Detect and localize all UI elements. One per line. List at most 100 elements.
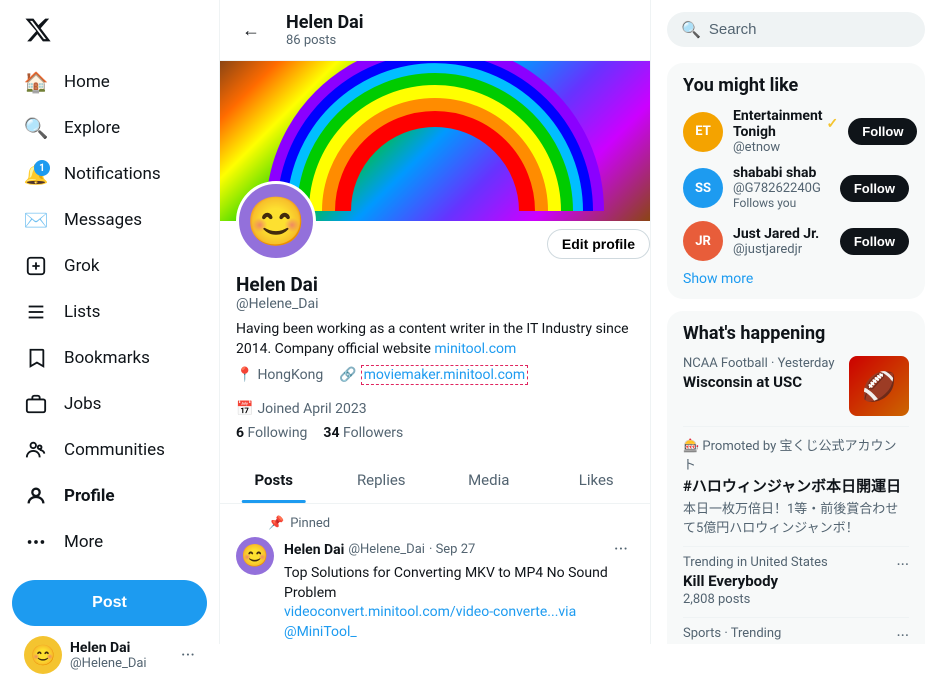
user-menu-dots[interactable]: ··· <box>181 645 195 666</box>
search-input[interactable] <box>709 21 911 38</box>
sidebar-item-notifications[interactable]: 🔔 1 Notifications <box>12 152 207 196</box>
sidebar-user-avatar: 😊 <box>24 636 62 674</box>
tab-posts[interactable]: Posts <box>220 457 328 503</box>
sidebar-item-label: Messages <box>64 210 142 230</box>
suggest-handle-shababi: @G78262240G Follows you <box>733 181 830 211</box>
whats-happening-title: What's happening <box>683 323 909 344</box>
home-icon: 🏠 <box>24 70 48 94</box>
sidebar-item-more[interactable]: More ← <box>12 520 207 564</box>
profile-bio: Having been working as a content writer … <box>236 320 634 359</box>
profile-icon <box>24 484 48 508</box>
sidebar-user-info: Helen Dai @Helene_Dai <box>70 640 173 671</box>
sidebar-item-messages[interactable]: ✉️ Messages <box>12 198 207 242</box>
suggest-handle-entertainment: @etnow <box>733 140 838 155</box>
post-more-button[interactable]: ··· <box>608 537 634 562</box>
you-might-like-title: You might like <box>683 75 909 96</box>
avatar-emoji: 😊 <box>246 193 306 250</box>
mail-icon: ✉️ <box>24 208 48 232</box>
profile-tabs: Posts Replies Media Likes <box>220 457 650 504</box>
bookmark-icon <box>24 346 48 370</box>
happening-item-kill: Trending in United States Kill Everybody… <box>683 555 909 607</box>
suggest-name-entertainment: Entertainment Tonigh ✓ <box>733 108 838 140</box>
sidebar-item-label: Lists <box>64 302 100 322</box>
followers-link[interactable]: 34 Followers <box>323 425 403 441</box>
pin-icon: 📌 <box>268 516 284 531</box>
sidebar-item-lists[interactable]: Lists <box>12 290 207 334</box>
suggest-name-jared: Just Jared Jr. <box>733 226 830 242</box>
back-button[interactable]: ← <box>236 14 266 47</box>
suggest-name-shababi: shababi shab <box>733 165 830 181</box>
sidebar-item-label: Jobs <box>64 394 101 414</box>
you-might-like-section: You might like ET Entertainment Tonigh ✓… <box>667 63 925 299</box>
verified-badge: ✓ <box>827 116 839 132</box>
follows-you-badge: Follows you <box>733 196 796 210</box>
suggest-item-shababi: SS shababi shab @G78262240G Follows you … <box>683 165 909 211</box>
sidebar-item-label: Home <box>64 72 110 92</box>
x-logo[interactable] <box>12 8 207 56</box>
joined-item: 📅 Joined April 2023 <box>236 401 367 417</box>
happening-item-halloween: 🎰 Promoted by 宝くじ公式アカウント #ハロウィンジャンボ本日開運日… <box>683 435 909 536</box>
following-link[interactable]: 6 Following <box>236 425 307 441</box>
whats-happening-section: What's happening NCAA Football · Yesterd… <box>667 311 925 644</box>
suggest-avatar-jared: JR <box>683 221 723 261</box>
profile-header: ← Helen Dai 86 posts <box>220 0 650 61</box>
profile-header-posts: 86 posts <box>286 33 364 48</box>
calendar-icon: 📅 <box>236 401 253 417</box>
happening-info-wisconsin: NCAA Football · Yesterday Wisconsin at U… <box>683 356 839 393</box>
suggest-item-entertainment: ET Entertainment Tonigh ✓ @etnow Follow <box>683 108 909 155</box>
bio-link[interactable]: minitool.com <box>434 341 516 357</box>
sidebar-item-profile[interactable]: Profile <box>12 474 207 518</box>
post-content: Helen Dai @Helene_Dai · Sep 27 ··· Top S… <box>284 537 634 644</box>
edit-profile-button[interactable]: Edit profile <box>547 229 650 259</box>
sidebar-item-label: Communities <box>64 440 165 460</box>
tab-likes[interactable]: Likes <box>543 457 651 503</box>
left-sidebar: 🏠 Home 🔍 Explore 🔔 1 Notifications ✉️ Me… <box>0 0 220 644</box>
promoted-icon: 🎰 <box>683 439 699 454</box>
sidebar-item-label: Explore <box>64 118 120 138</box>
post-item: 📌 Pinned 😊 Helen Dai @Helene_Dai · Sep 2… <box>220 504 650 644</box>
lists-icon <box>24 300 48 324</box>
search-icon: 🔍 <box>681 20 701 39</box>
search-bar: 🔍 <box>667 12 925 47</box>
profile-avatar-wrap: 😊 <box>236 181 316 261</box>
sidebar-item-grok[interactable]: Grok <box>12 244 207 288</box>
sidebar-item-bookmarks[interactable]: Bookmarks <box>12 336 207 380</box>
sidebar-item-jobs[interactable]: Jobs <box>12 382 207 426</box>
tab-media[interactable]: Media <box>435 457 543 503</box>
grok-icon <box>24 254 48 278</box>
profile-handle: @Helene_Dai <box>236 296 634 312</box>
post-link[interactable]: videoconvert.minitool.com/video-converte… <box>284 604 576 640</box>
show-more-accounts[interactable]: Show more <box>683 271 909 287</box>
sidebar-item-communities[interactable]: Communities <box>12 428 207 472</box>
follow-button-entertainment[interactable]: Follow <box>848 118 917 145</box>
sidebar-item-label: Notifications <box>64 164 161 184</box>
sidebar-item-label: Profile <box>64 486 115 506</box>
tab-replies[interactable]: Replies <box>328 457 436 503</box>
suggest-avatar-shababi: SS <box>683 168 723 208</box>
profile-area: 😊 Edit profile Helen Dai @Helene_Dai Hav… <box>220 221 650 457</box>
main-content: ← Helen Dai 86 posts 😊 Edit profile Hele… <box>220 0 651 644</box>
post-row: 😊 Helen Dai @Helene_Dai · Sep 27 ··· Top… <box>236 537 634 644</box>
happening-image-wisconsin: 🏈 <box>849 356 909 416</box>
happening-item-wisconsin: NCAA Football · Yesterday Wisconsin at U… <box>683 356 909 416</box>
trending-more-button-hes17[interactable]: ··· <box>896 626 909 644</box>
profile-meta: 📍 HongKong 🔗 moviemaker.minitool.com 📅 J… <box>236 365 634 417</box>
sidebar-item-home[interactable]: 🏠 Home <box>12 60 207 104</box>
post-user-row: Helen Dai @Helene_Dai · Sep 27 ··· <box>284 537 634 562</box>
suggest-info-entertainment: Entertainment Tonigh ✓ @etnow <box>733 108 838 155</box>
location-icon: 📍 <box>236 367 253 383</box>
follow-button-shababi[interactable]: Follow <box>840 175 909 202</box>
trending-more-button-kill[interactable]: ··· <box>896 555 909 574</box>
suggest-info-jared: Just Jared Jr. @justjaredjr <box>733 226 830 257</box>
user-account-menu[interactable]: 😊 Helen Dai @Helene_Dai ··· <box>12 626 207 684</box>
post-text: Top Solutions for Converting MKV to MP4 … <box>284 564 634 642</box>
more-icon <box>24 530 48 554</box>
post-button[interactable]: Post <box>12 580 207 626</box>
sidebar-item-explore[interactable]: 🔍 Explore <box>12 106 207 150</box>
website-link[interactable]: moviemaker.minitool.com <box>361 365 529 385</box>
sidebar-item-label: Grok <box>64 256 100 276</box>
follow-button-jared[interactable]: Follow <box>840 228 909 255</box>
nav-menu: 🏠 Home 🔍 Explore 🔔 1 Notifications ✉️ Me… <box>12 60 207 564</box>
suggest-avatar-entertainment: ET <box>683 112 723 152</box>
post-avatar: 😊 <box>236 537 274 575</box>
